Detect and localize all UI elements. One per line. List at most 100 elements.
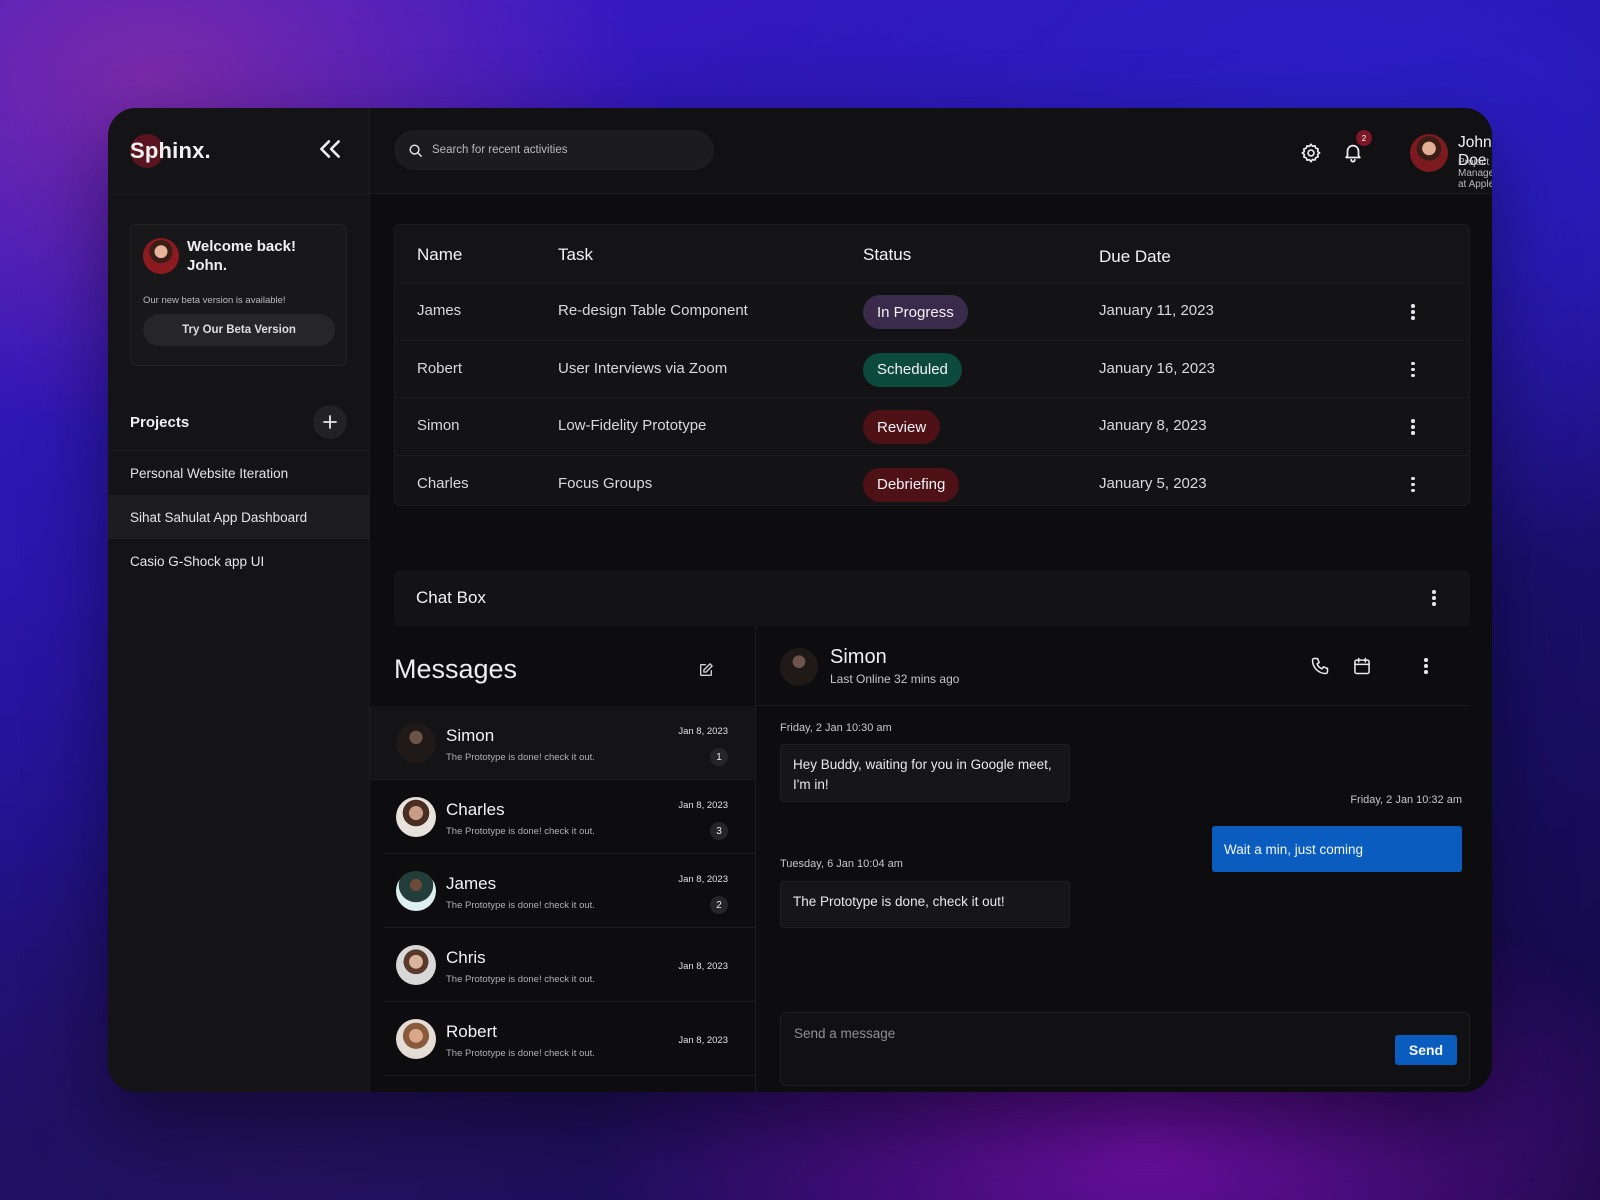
project-item[interactable]: Casio G-Shock app UI	[108, 539, 369, 583]
row-task: Low-Fidelity Prototype	[558, 417, 707, 434]
logo[interactable]: Sphinx.	[130, 138, 211, 164]
unread-count-badge: 2	[710, 896, 728, 914]
message-timestamp: Tuesday, 6 Jan 10:04 am	[780, 858, 903, 870]
row-name: Robert	[417, 359, 463, 377]
thread-preview: The Prototype is done! check it out.	[446, 826, 595, 837]
row-menu-icon[interactable]	[1411, 304, 1415, 320]
row-task: Focus Groups	[558, 474, 653, 492]
projects-title: Projects	[130, 413, 190, 431]
thread-name: James	[446, 874, 497, 893]
row-menu-icon[interactable]	[1411, 361, 1415, 378]
messages-title: Messages	[394, 654, 518, 684]
message-timestamp: Friday, 2 Jan 10:32 am	[1350, 794, 1462, 806]
row-due-date: January 11, 2023	[1099, 302, 1214, 319]
contact-avatar	[780, 648, 818, 686]
message-thread-list: Simon The Prototype is done! check it out…	[370, 706, 755, 1092]
project-item[interactable]: Personal Website Iteration	[108, 451, 369, 495]
chat-box-title: Chat Box	[416, 588, 486, 607]
incoming-message: Hey Buddy, waiting for you in Google mee…	[780, 744, 1070, 802]
thread-avatar	[396, 945, 436, 985]
table-row[interactable]: Charles Focus Groups Debriefing January 5, …	[395, 456, 1469, 506]
status-badge: Review	[863, 410, 941, 444]
row-task: Re-design Table Component	[558, 302, 748, 319]
send-button[interactable]: Send	[1395, 1035, 1457, 1065]
project-list: Personal Website Iteration Sihat Sahulat…	[108, 450, 369, 583]
message-timestamp: Friday, 2 Jan 10:30 am	[780, 722, 892, 734]
notification-badge: 2	[1356, 130, 1372, 146]
column-header-due-date[interactable]: Due Date	[1099, 247, 1171, 267]
status-badge: Scheduled	[863, 352, 962, 387]
row-name: James	[417, 302, 462, 319]
welcome-title: Welcome back! John.	[187, 238, 296, 274]
task-table: Name Task Status Due Date James Re-design…	[394, 224, 1470, 506]
contact-status: Last Online 32 mins ago	[830, 672, 960, 686]
column-header-status[interactable]: Status	[863, 245, 911, 265]
outgoing-message: Wait a min, just coming	[1212, 826, 1462, 872]
row-name: Simon	[417, 417, 460, 434]
user-role: Project Manager at Apple	[1458, 157, 1492, 190]
thread-date: Jan 8, 2023	[678, 874, 728, 885]
welcome-note: Our new beta version is available!	[143, 295, 286, 306]
plus-icon	[323, 415, 337, 429]
welcome-avatar	[143, 238, 179, 274]
table-row[interactable]: Simon Low-Fidelity Prototype Review January…	[395, 398, 1469, 456]
thread-avatar	[396, 723, 436, 763]
thread-avatar	[396, 1019, 436, 1059]
unread-count-badge: 1	[710, 748, 728, 766]
message-thread[interactable]: SimonThe Prototype is done! check it out…	[384, 1076, 755, 1092]
message-thread[interactable]: Simon The Prototype is done! check it out…	[370, 706, 755, 780]
user-avatar[interactable]	[1410, 134, 1448, 172]
thread-name: Robert	[446, 1022, 498, 1041]
table-header: Name Task Status Due Date	[395, 225, 1469, 283]
logo-row: Sphinx.	[108, 108, 369, 194]
message-input-placeholder: Send a message	[794, 1026, 896, 1041]
row-name: Charles	[417, 474, 469, 492]
status-badge: Debriefing	[863, 467, 960, 502]
conversation-menu-icon[interactable]	[1424, 658, 1428, 674]
incoming-message: The Prototype is done, check it out!	[780, 881, 1070, 928]
row-task: User Interviews via Zoom	[558, 359, 728, 377]
message-thread[interactable]: Chris The Prototype is done! check it out…	[384, 928, 755, 1002]
thread-preview: The Prototype is done! check it out.	[446, 752, 595, 763]
row-due-date: January 16, 2023	[1099, 359, 1215, 377]
message-thread[interactable]: Charles The Prototype is done! check it o…	[384, 780, 755, 854]
try-beta-button[interactable]: Try Our Beta Version	[143, 314, 335, 346]
conversation-panel: Simon Last Online 32 mins ago Friday, 2 …	[756, 626, 1470, 1092]
thread-date: Jan 8, 2023	[678, 726, 728, 737]
row-menu-icon[interactable]	[1411, 419, 1415, 435]
thread-avatar	[396, 871, 436, 911]
messages-panel: Messages Simon The Prototype is done! che…	[370, 626, 756, 1092]
thread-preview: The Prototype is done! check it out.	[446, 974, 595, 985]
chat-box-menu-icon[interactable]	[1432, 590, 1436, 606]
row-due-date: January 8, 2023	[1099, 417, 1207, 434]
projects-header: Projects	[108, 404, 369, 440]
sidebar: Sphinx. Welcome back! John. Our new beta…	[108, 108, 370, 1092]
table-body: James Re-design Table Component In Progres…	[395, 283, 1469, 506]
project-item-active[interactable]: Sihat Sahulat App Dashboard	[108, 495, 369, 539]
status-badge: In Progress	[863, 295, 968, 329]
conversation-header: Simon Last Online 32 mins ago	[756, 626, 1470, 706]
column-header-name[interactable]: Name	[417, 245, 462, 265]
top-bar: Search for recent activities 2 John Doe …	[370, 108, 1492, 194]
row-menu-icon[interactable]	[1411, 476, 1415, 493]
table-row[interactable]: James Re-design Table Component In Progres…	[395, 283, 1469, 341]
compose-icon[interactable]	[698, 662, 714, 678]
app-window: Sphinx. Welcome back! John. Our new beta…	[108, 108, 1492, 1092]
column-header-task[interactable]: Task	[558, 245, 593, 265]
thread-name: Simon	[446, 726, 495, 745]
thread-avatar	[396, 797, 436, 837]
table-row[interactable]: Robert User Interviews via Zoom Scheduled J…	[395, 341, 1469, 398]
row-due-date: January 5, 2023	[1099, 474, 1207, 492]
phone-icon[interactable]	[1310, 656, 1330, 676]
search-input[interactable]: Search for recent activities	[394, 130, 714, 170]
calendar-icon[interactable]	[1352, 656, 1372, 676]
message-thread[interactable]: James The Prototype is done! check it out…	[384, 854, 755, 928]
message-input[interactable]: Send a message Send	[780, 1012, 1470, 1086]
collapse-sidebar-icon[interactable]	[317, 136, 343, 162]
add-project-button[interactable]	[313, 405, 347, 439]
welcome-card: Welcome back! John. Our new beta version…	[130, 224, 347, 366]
gear-icon[interactable]	[1300, 142, 1322, 164]
contact-name: Simon	[830, 646, 887, 668]
message-thread[interactable]: Robert The Prototype is done! check it ou…	[384, 1002, 755, 1076]
thread-date: Jan 8, 2023	[678, 800, 728, 811]
